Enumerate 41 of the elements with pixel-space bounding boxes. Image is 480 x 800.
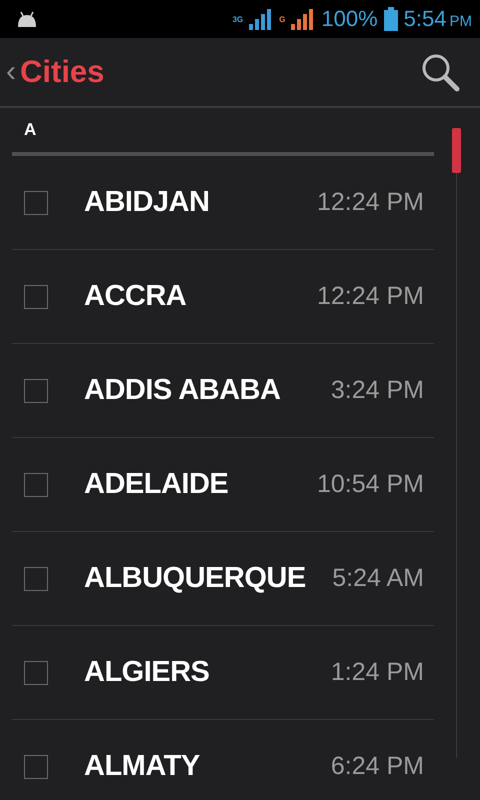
signal-icon: [249, 8, 274, 30]
city-row[interactable]: ALBUQUERQUE 5:24 AM: [12, 532, 434, 626]
city-time: 3:24 PM: [330, 376, 424, 405]
screen-title: Cities: [20, 54, 104, 90]
city-time: 5:24 AM: [332, 564, 424, 593]
checkbox[interactable]: [24, 754, 48, 778]
battery-percent: 100%: [321, 6, 378, 32]
city-time: 6:24 PM: [330, 752, 424, 781]
city-row[interactable]: ACCRA 12:24 PM: [12, 250, 434, 344]
checkbox[interactable]: [24, 566, 48, 590]
city-row[interactable]: ADDIS ABABA 3:24 PM: [12, 344, 434, 438]
city-name: ALMATY: [84, 750, 201, 783]
city-name: ALBUQUERQUE: [84, 562, 307, 595]
android-icon: [16, 11, 38, 27]
city-name: ACCRA: [84, 280, 188, 313]
city-time: 12:24 PM: [316, 188, 424, 217]
city-name: ADDIS ABABA: [84, 374, 282, 407]
city-time: 10:54 PM: [316, 470, 424, 499]
city-time: 12:24 PM: [316, 282, 424, 311]
city-row[interactable]: ALMATY 6:24 PM: [12, 720, 434, 800]
section-header: A: [12, 108, 434, 156]
checkbox[interactable]: [24, 472, 48, 496]
city-name: ALGIERS: [84, 656, 210, 689]
checkbox[interactable]: [24, 378, 48, 402]
city-name: ADELAIDE: [84, 468, 230, 501]
scrollbar-thumb[interactable]: [452, 128, 461, 173]
search-icon[interactable]: [420, 52, 460, 92]
city-row[interactable]: ABIDJAN 12:24 PM: [12, 156, 434, 250]
clock: 5:54 PM: [404, 6, 472, 32]
city-time: 1:24 PM: [330, 658, 424, 687]
signal-icon: [291, 8, 316, 30]
checkbox[interactable]: [24, 284, 48, 308]
battery-icon: [384, 7, 398, 31]
checkbox[interactable]: [24, 660, 48, 684]
city-name: ABIDJAN: [84, 186, 210, 219]
back-button[interactable]: ‹: [6, 57, 16, 87]
network-type: G: [279, 14, 286, 24]
city-row[interactable]: ADELAIDE 10:54 PM: [12, 438, 434, 532]
checkbox[interactable]: [24, 190, 48, 214]
network-type: 3G: [232, 14, 244, 24]
city-row[interactable]: ALGIERS 1:24 PM: [12, 626, 434, 720]
